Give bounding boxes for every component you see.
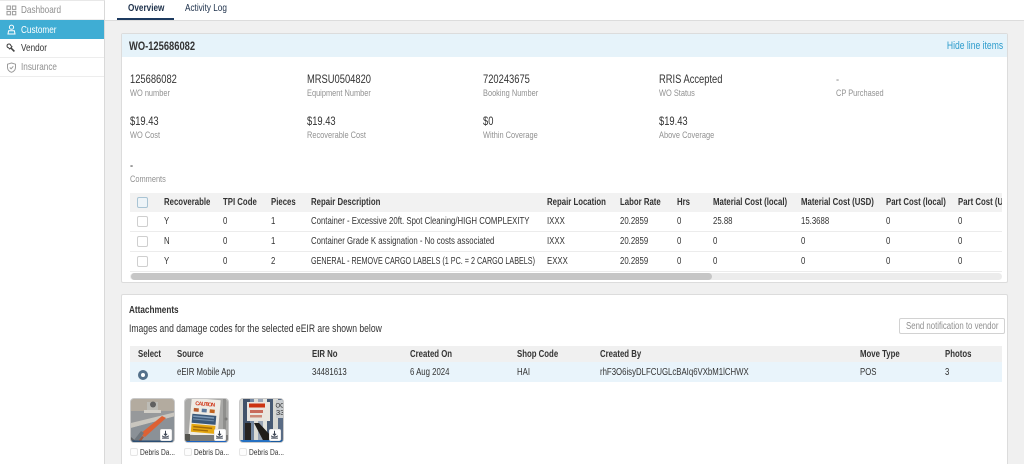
svg-text:33: 33 bbox=[276, 408, 284, 417]
